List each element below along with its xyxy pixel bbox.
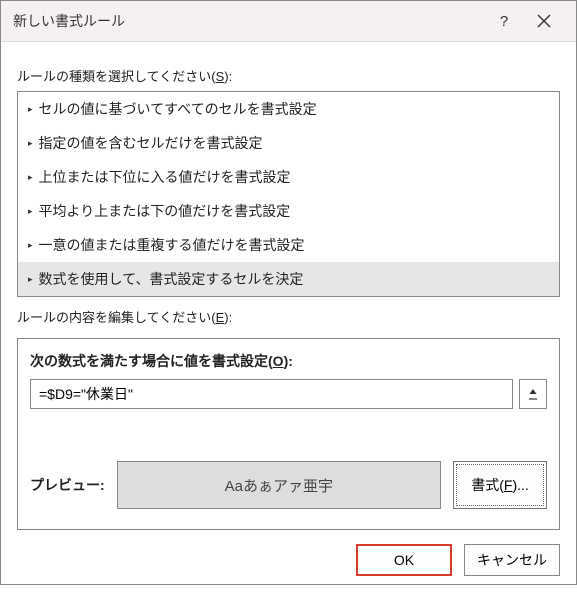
format-button[interactable]: 書式(F)... — [453, 461, 547, 509]
triangle-icon: ▸ — [28, 172, 33, 183]
rule-type-item[interactable]: ▸ 一意の値または重複する値だけを書式設定 — [18, 228, 559, 262]
formula-heading: 次の数式を満たす場合に値を書式設定(O): — [30, 351, 547, 371]
rule-type-text: 指定の値を含むセルだけを書式設定 — [39, 133, 263, 153]
close-button[interactable] — [524, 1, 564, 41]
collapse-dialog-button[interactable] — [519, 379, 547, 409]
collapse-icon — [527, 388, 539, 400]
preview-label: プレビュー: — [30, 475, 105, 495]
rule-type-item[interactable]: ▸ 上位または下位に入る値だけを書式設定 — [18, 160, 559, 194]
help-button[interactable]: ? — [484, 1, 524, 41]
help-icon: ? — [500, 13, 508, 30]
triangle-icon: ▸ — [28, 138, 33, 149]
titlebar: 新しい書式ルール ? — [1, 1, 576, 42]
rule-type-item[interactable]: ▸ 平均より上または下の値だけを書式設定 — [18, 194, 559, 228]
triangle-icon: ▸ — [28, 206, 33, 217]
preview-row: プレビュー: Aaあぁアァ亜宇 書式(F)... — [30, 461, 547, 509]
triangle-icon: ▸ — [28, 240, 33, 251]
formula-row — [30, 379, 547, 409]
dialog-content: ルールの種類を選択してください(S): ▸ セルの値に基づいてすべてのセルを書式… — [1, 42, 576, 530]
cancel-button[interactable]: キャンセル — [464, 544, 560, 576]
preview-sample-box: Aaあぁアァ亜宇 — [117, 461, 441, 509]
rule-type-text: 一意の値または重複する値だけを書式設定 — [39, 235, 305, 255]
rule-type-text: 上位または下位に入る値だけを書式設定 — [39, 167, 291, 187]
rule-type-text: セルの値に基づいてすべてのセルを書式設定 — [39, 99, 317, 119]
formula-input[interactable] — [30, 379, 513, 409]
rule-type-text: 平均より上または下の値だけを書式設定 — [39, 201, 291, 221]
triangle-icon: ▸ — [28, 274, 33, 285]
ok-button[interactable]: OK — [356, 544, 452, 576]
rule-type-list[interactable]: ▸ セルの値に基づいてすべてのセルを書式設定 ▸ 指定の値を含むセルだけを書式設… — [17, 91, 560, 297]
dialog-title: 新しい書式ルール — [13, 11, 484, 31]
rule-type-item[interactable]: ▸ セルの値に基づいてすべてのセルを書式設定 — [18, 92, 559, 126]
new-format-rule-dialog: 新しい書式ルール ? ルールの種類を選択してください(S): ▸ セルの値に基づ… — [0, 0, 577, 585]
rule-type-label: ルールの種類を選択してください(S): — [17, 66, 560, 85]
rule-type-item[interactable]: ▸ 数式を使用して、書式設定するセルを決定 — [18, 262, 559, 296]
rule-type-item[interactable]: ▸ 指定の値を含むセルだけを書式設定 — [18, 126, 559, 160]
preview-sample-text: Aaあぁアァ亜宇 — [225, 475, 333, 496]
close-icon — [537, 14, 551, 28]
dialog-button-row: OK キャンセル — [1, 530, 576, 592]
triangle-icon: ▸ — [28, 104, 33, 115]
rule-edit-panel: 次の数式を満たす場合に値を書式設定(O): プレビュー: Aaあぁアァ亜宇 書式… — [17, 338, 560, 530]
edit-rule-label: ルールの内容を編集してください(E): — [17, 307, 560, 326]
rule-type-text: 数式を使用して、書式設定するセルを決定 — [39, 269, 304, 289]
